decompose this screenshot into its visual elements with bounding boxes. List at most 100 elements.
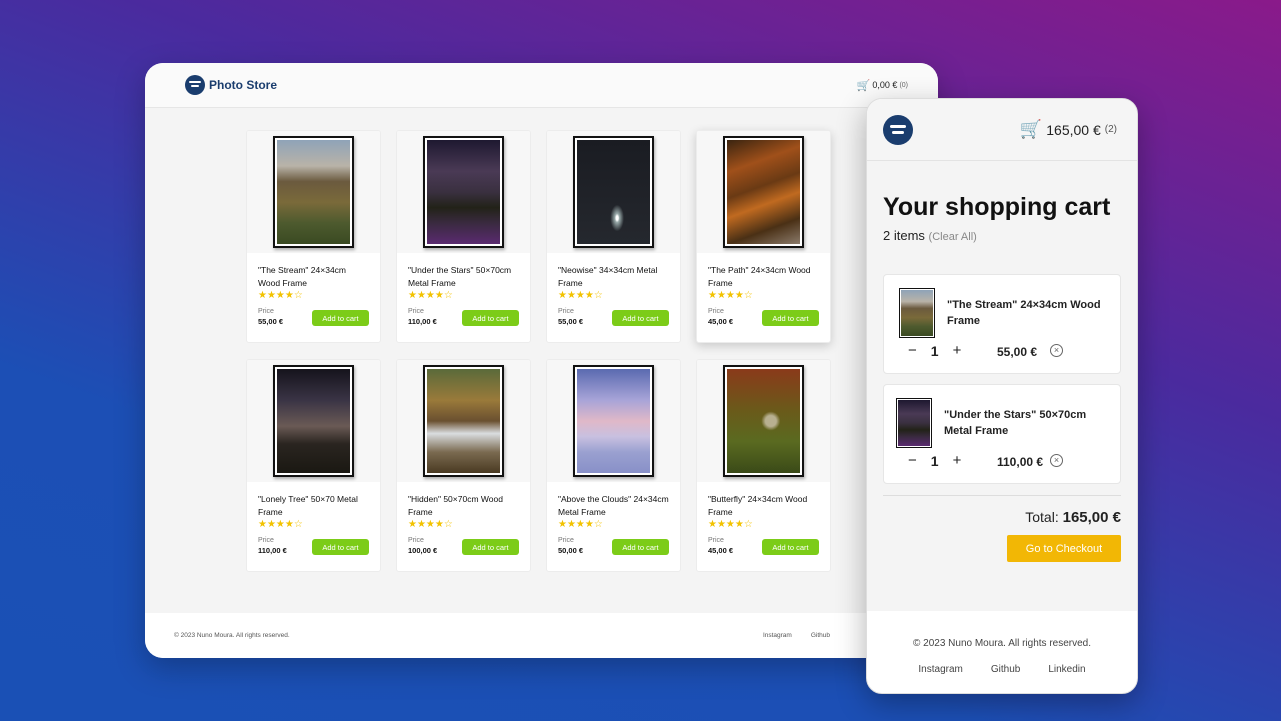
add-to-cart-button[interactable]: Add to cart: [312, 310, 369, 326]
desktop-footer: © 2023 Nuno Moura. All rights reserved. …: [145, 613, 938, 658]
product-card[interactable]: "Hidden" 50×70cm Wood Frame ★★★★☆ Price …: [396, 359, 531, 572]
decrease-qty-button[interactable]: −: [908, 342, 917, 359]
product-image[interactable]: [397, 131, 530, 253]
price-value: 55,00 €: [258, 317, 284, 326]
remove-item-icon[interactable]: ×: [1050, 454, 1063, 467]
add-to-cart-button[interactable]: Add to cart: [312, 539, 369, 555]
mobile-cart-window: 🛒 165,00 € (2) Your shopping cart 2 item…: [866, 98, 1138, 694]
page-title: Your shopping cart: [883, 193, 1111, 221]
product-photo: [727, 140, 800, 244]
add-to-cart-button[interactable]: Add to cart: [462, 310, 519, 326]
cart-item-price: 55,00 €: [997, 345, 1038, 359]
photo-frame: [423, 365, 504, 477]
cart-item: "Under the Stars" 50×70cm Metal Frame − …: [883, 384, 1121, 484]
photo-frame: [723, 365, 804, 477]
product-title[interactable]: "Under the Stars" 50×70cm Metal Frame: [397, 253, 530, 291]
remove-item-icon[interactable]: ×: [1050, 344, 1063, 357]
product-grid: "The Stream" 24×34cm Wood Frame ★★★★☆ Pr…: [246, 130, 831, 572]
product-card[interactable]: "Neowise" 34×34cm Metal Frame ★★★★☆ Pric…: [546, 130, 681, 343]
product-photo: [277, 140, 350, 244]
product-title[interactable]: "Lonely Tree" 50×70 Metal Frame: [247, 482, 380, 520]
photo-frame: [573, 365, 654, 477]
product-photo: [577, 140, 650, 244]
item-quantity: 1: [930, 452, 939, 469]
cart-item-thumbnail: [899, 288, 935, 338]
product-image[interactable]: [247, 131, 380, 253]
add-to-cart-button[interactable]: Add to cart: [762, 310, 819, 326]
cart-body: Your shopping cart 2 items (Clear All) "…: [867, 161, 1137, 611]
header-cart[interactable]: 🛒 0,00 € (0): [857, 79, 908, 92]
items-count: 2 items (Clear All): [883, 228, 1121, 243]
add-to-cart-button[interactable]: Add to cart: [612, 310, 669, 326]
item-quantity: 1: [930, 342, 939, 359]
product-image[interactable]: [547, 360, 680, 482]
footer-link-github[interactable]: Github: [811, 632, 830, 639]
product-title[interactable]: "The Stream" 24×34cm Wood Frame: [247, 253, 380, 291]
add-to-cart-button[interactable]: Add to cart: [762, 539, 819, 555]
price-value: 45,00 €: [708, 546, 734, 555]
product-card[interactable]: "Lonely Tree" 50×70 Metal Frame ★★★★☆ Pr…: [246, 359, 381, 572]
product-card[interactable]: "Under the Stars" 50×70cm Metal Frame ★★…: [396, 130, 531, 343]
price-label: Price: [708, 537, 724, 544]
price-label: Price: [558, 308, 574, 315]
logo-icon[interactable]: [883, 114, 913, 145]
product-image[interactable]: [697, 131, 830, 253]
cart-total: Total: 165,00 €: [883, 509, 1121, 526]
photo-frame: [573, 136, 654, 248]
footer-link-linkedin[interactable]: Linkedin: [1048, 664, 1085, 675]
rating-stars: ★★★★☆: [558, 519, 603, 530]
product-image[interactable]: [547, 131, 680, 253]
decrease-qty-button[interactable]: −: [908, 452, 917, 469]
product-image[interactable]: [397, 360, 530, 482]
rating-stars: ★★★★☆: [408, 519, 453, 530]
footer-copyright: © 2023 Nuno Moura. All rights reserved.: [174, 632, 290, 639]
rating-stars: ★★★★☆: [558, 290, 603, 301]
product-title[interactable]: "Above the Clouds" 24×34cm Metal Frame: [547, 482, 680, 520]
add-to-cart-button[interactable]: Add to cart: [612, 539, 669, 555]
photo-frame: [273, 136, 354, 248]
price-value: 110,00 €: [408, 317, 437, 326]
cart-item-name: "The Stream" 24×34cm Wood Frame: [947, 299, 1101, 327]
increase-qty-button[interactable]: +: [953, 342, 962, 359]
total-value: 165,00 €: [1062, 509, 1121, 526]
footer-link-instagram[interactable]: Instagram: [763, 632, 792, 639]
product-card[interactable]: "Above the Clouds" 24×34cm Metal Frame ★…: [546, 359, 681, 572]
product-image[interactable]: [697, 360, 830, 482]
add-to-cart-button[interactable]: Add to cart: [462, 539, 519, 555]
brand-logo[interactable]: Photo Store: [185, 75, 277, 95]
product-image[interactable]: [247, 360, 380, 482]
clear-all-link[interactable]: (Clear All): [929, 231, 977, 243]
increase-qty-button[interactable]: +: [953, 452, 962, 469]
price-label: Price: [408, 537, 424, 544]
header-cart[interactable]: 🛒 165,00 € (2): [1020, 119, 1117, 140]
price-value: 45,00 €: [708, 317, 734, 326]
rating-stars: ★★★★☆: [708, 519, 753, 530]
product-title[interactable]: "Neowise" 34×34cm Metal Frame: [547, 253, 680, 291]
checkout-button[interactable]: Go to Checkout: [1007, 535, 1121, 562]
cart-item-thumbnail: [896, 398, 932, 448]
price-label: Price: [258, 537, 274, 544]
product-photo: [427, 369, 500, 473]
product-title[interactable]: "Hidden" 50×70cm Wood Frame: [397, 482, 530, 520]
rating-stars: ★★★★☆: [708, 290, 753, 301]
cart-count: (2): [1104, 124, 1117, 135]
cart-item-name: "Under the Stars" 50×70cm Metal Frame: [944, 409, 1087, 437]
cart-amount: 0,00 €: [872, 80, 898, 90]
product-card[interactable]: "The Path" 24×34cm Wood Frame ★★★★☆ Pric…: [696, 130, 831, 343]
divider: [883, 495, 1121, 496]
cart-item-price: 110,00 €: [997, 455, 1044, 469]
product-title[interactable]: "The Path" 24×34cm Wood Frame: [697, 253, 830, 291]
product-card[interactable]: "The Stream" 24×34cm Wood Frame ★★★★☆ Pr…: [246, 130, 381, 343]
footer-link-github[interactable]: Github: [991, 664, 1020, 675]
product-card[interactable]: "Butterfly" 24×34cm Wood Frame ★★★★☆ Pri…: [696, 359, 831, 572]
footer-link-instagram[interactable]: Instagram: [918, 664, 962, 675]
brand-name: Photo Store: [209, 78, 277, 92]
product-photo: [727, 369, 800, 473]
price-label: Price: [558, 537, 574, 544]
photo-frame: [423, 136, 504, 248]
price-label: Price: [708, 308, 724, 315]
cart-icon: 🛒: [856, 79, 871, 92]
product-title[interactable]: "Butterfly" 24×34cm Wood Frame: [697, 482, 830, 520]
price-value: 100,00 €: [408, 546, 438, 555]
cart-icon: 🛒: [1019, 119, 1043, 139]
